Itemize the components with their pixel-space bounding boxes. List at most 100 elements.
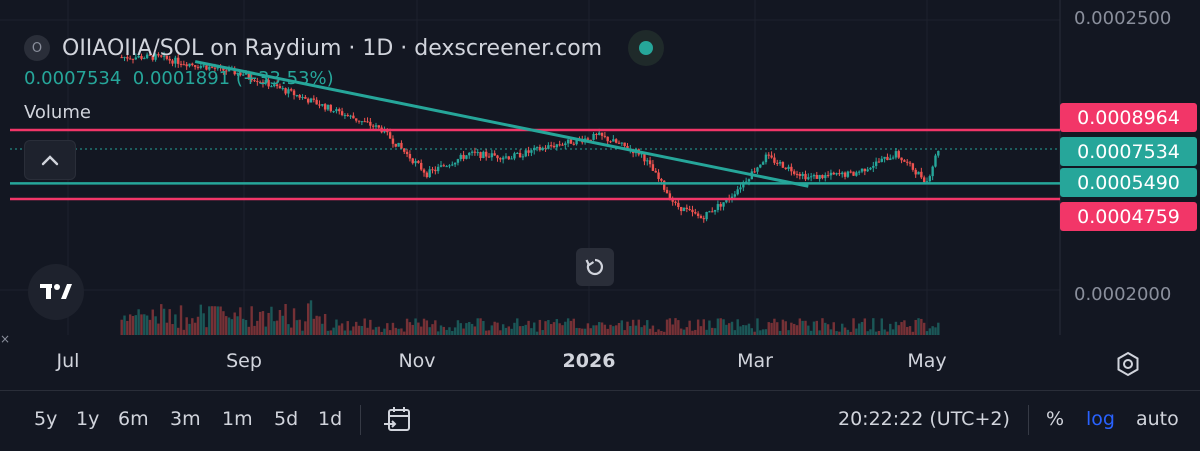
- candle: [920, 171, 923, 178]
- candle: [886, 156, 889, 161]
- candle: [329, 104, 332, 112]
- candle: [849, 171, 852, 173]
- volume-bar: [504, 327, 508, 335]
- volume-bar: [742, 324, 745, 335]
- candle: [928, 176, 932, 182]
- volume-bar: [728, 323, 731, 335]
- timeframe-3m[interactable]: 3m: [170, 408, 201, 430]
- candle: [326, 104, 330, 110]
- volume-bar: [547, 320, 550, 335]
- volume-bar: [852, 318, 855, 335]
- timeframe-6m[interactable]: 6m: [118, 408, 149, 430]
- volume-bar: [431, 324, 434, 335]
- gear-icon[interactable]: [1114, 350, 1142, 378]
- volume-bar: [451, 331, 454, 335]
- candle: [883, 156, 886, 159]
- tradingview-logo[interactable]: [28, 264, 84, 320]
- volume-bar: [598, 322, 601, 335]
- volume-bar: [524, 324, 527, 335]
- volume-bar: [634, 325, 638, 335]
- volume-bar: [665, 319, 669, 335]
- volume-bar: [937, 322, 940, 335]
- reset-chart-button[interactable]: [576, 248, 614, 286]
- volume-bar: [620, 320, 624, 335]
- candle: [420, 162, 423, 170]
- candle: [400, 142, 403, 149]
- log-scale-toggle[interactable]: log: [1086, 408, 1115, 430]
- y-tick-label: 0.0002000: [1074, 284, 1172, 305]
- token-icon: O: [24, 35, 50, 61]
- volume-bar: [792, 323, 796, 335]
- volume-bar: [335, 319, 338, 335]
- volume-bar: [250, 306, 253, 335]
- volume-bar: [925, 331, 929, 335]
- candle: [521, 156, 525, 158]
- candle: [535, 147, 539, 149]
- volume-bar: [663, 331, 666, 335]
- volume-bar: [244, 320, 248, 335]
- reset-icon: [585, 258, 604, 276]
- volume-bar: [530, 328, 533, 335]
- volume-bar: [646, 320, 649, 335]
- candle: [699, 215, 703, 219]
- candle: [295, 95, 299, 97]
- live-status-icon[interactable]: [628, 30, 665, 66]
- timeframe-5d[interactable]: 5d: [274, 408, 298, 430]
- candle: [439, 165, 443, 167]
- candle: [922, 177, 926, 183]
- x-tick-mar: Mar: [737, 350, 773, 372]
- candle: [826, 175, 830, 177]
- calendar-icon[interactable]: [382, 404, 414, 436]
- timeframe-5y[interactable]: 5y: [34, 408, 57, 430]
- auto-scale-toggle[interactable]: auto: [1136, 408, 1179, 430]
- volume-bar: [677, 320, 680, 335]
- candle: [821, 174, 824, 179]
- candle: [646, 160, 649, 162]
- volume-bar: [256, 320, 259, 335]
- volume-bar: [798, 318, 802, 335]
- volume-bar: [258, 311, 262, 335]
- volume-bar: [668, 318, 672, 335]
- volume-bar: [340, 323, 344, 335]
- volume-bar: [290, 327, 293, 335]
- volume-bar: [561, 325, 564, 335]
- candle: [897, 151, 900, 158]
- candle: [470, 151, 474, 153]
- collapse-button[interactable]: [24, 140, 76, 180]
- volume-bar: [439, 325, 443, 335]
- volume-bar: [275, 320, 279, 335]
- candle: [747, 179, 751, 182]
- volume-bar: [903, 320, 906, 335]
- timeframe-1d[interactable]: 1d: [318, 408, 342, 430]
- candle: [841, 172, 844, 175]
- percent-scale-toggle[interactable]: %: [1046, 408, 1064, 430]
- timeframe-1y[interactable]: 1y: [76, 408, 99, 430]
- candle: [866, 169, 869, 172]
- candle: [660, 178, 663, 181]
- pane-handle-icon[interactable]: ×: [0, 332, 10, 346]
- candle: [422, 169, 426, 173]
- candle: [355, 118, 358, 121]
- volume-bar: [462, 328, 465, 335]
- volume-bar: [592, 325, 595, 335]
- candle: [501, 157, 505, 160]
- clock[interactable]: 20:22:22 (UTC+2): [838, 408, 1010, 430]
- candle: [812, 175, 816, 177]
- volume-bar: [722, 319, 725, 335]
- candle: [513, 153, 516, 159]
- volume-bar: [456, 320, 460, 335]
- volume-bar: [205, 327, 208, 335]
- volume-bar: [493, 321, 496, 335]
- x-tick-sep: Sep: [226, 350, 262, 372]
- candle: [484, 151, 488, 157]
- candle: [357, 120, 361, 122]
- candle: [894, 151, 898, 158]
- volume-bar: [614, 325, 618, 335]
- volume-bar: [196, 316, 200, 335]
- x-tick-may: May: [907, 350, 947, 372]
- candle: [716, 204, 720, 210]
- candle: [352, 115, 355, 119]
- volume-bar: [928, 328, 932, 335]
- candle: [860, 168, 864, 172]
- timeframe-1m[interactable]: 1m: [222, 408, 253, 430]
